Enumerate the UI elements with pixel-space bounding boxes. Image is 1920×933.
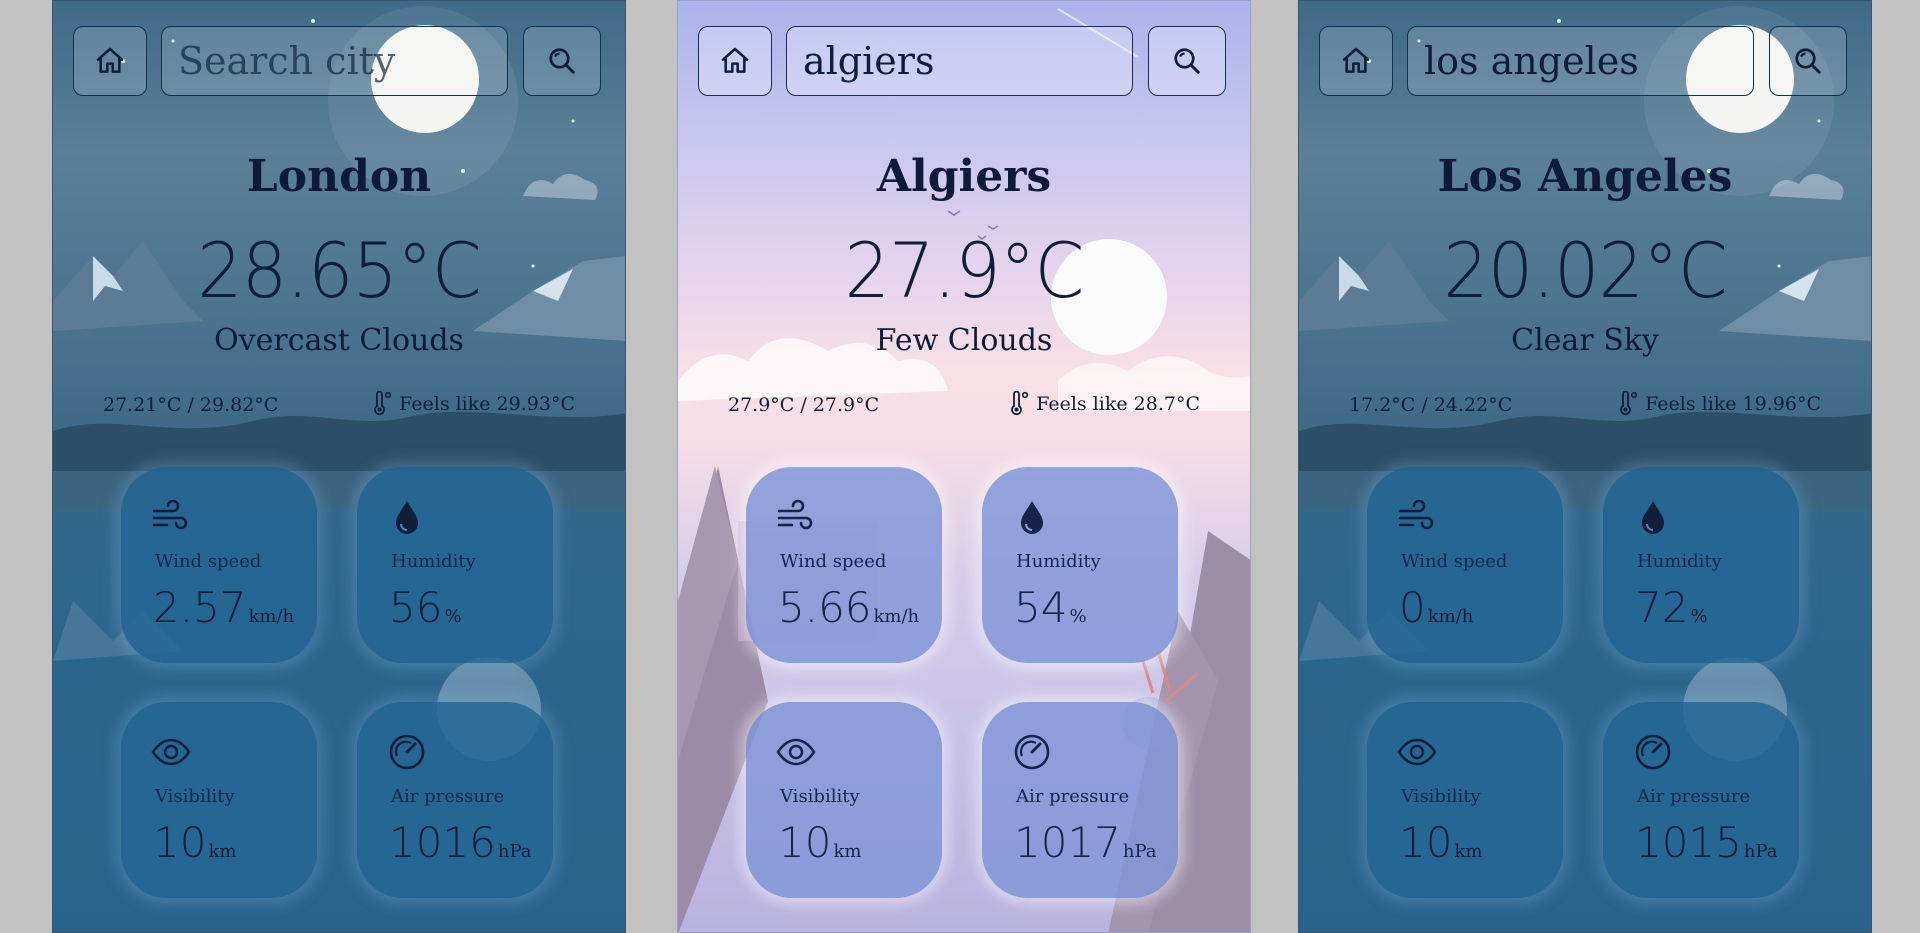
air-pressure-card: Air pressure 1016 hPa — [357, 702, 553, 898]
search-city-input[interactable] — [786, 26, 1133, 96]
visibility-label: Visibility — [1401, 786, 1481, 807]
thermometer-icon — [374, 391, 392, 416]
air-pressure-card: Air pressure 1017 hPa — [982, 702, 1178, 898]
humidity-label: Humidity — [391, 551, 476, 572]
feels-like: Feels like 29.93°C — [371, 391, 575, 417]
air-pressure-label: Air pressure — [1637, 786, 1751, 807]
weather-condition: Few Clouds — [875, 323, 1053, 358]
weather-panel-london: London 28.65°C Overcast Clouds 27.21°C /… — [52, 0, 626, 933]
water-drop-icon — [1642, 501, 1664, 534]
humidity-value: 72% — [1635, 583, 1708, 632]
weather-condition: Clear Sky — [1511, 323, 1659, 358]
feels-like: Feels like 19.96°C — [1617, 391, 1821, 417]
feels-like-text: Feels like 28.7°C — [1036, 393, 1200, 415]
air-pressure-value: 1015 hPa — [1635, 818, 1778, 867]
visibility-card: Visibility 10 km — [121, 702, 317, 898]
gauge-icon — [1635, 734, 1671, 770]
wind-speed-value: 5.66 km/h — [778, 583, 920, 632]
eye-icon — [151, 738, 191, 766]
air-pressure-card: Air pressure 1015 hPa — [1603, 702, 1799, 898]
visibility-value: 10 km — [1399, 818, 1483, 867]
visibility-value: 10 km — [778, 818, 862, 867]
humidity-value: 56% — [389, 583, 462, 632]
wind-icon — [1398, 499, 1434, 530]
wind-speed-label: Wind speed — [1401, 551, 1508, 572]
home-button[interactable] — [1319, 26, 1393, 96]
air-pressure-value: 1017 hPa — [1014, 818, 1157, 867]
humidity-card: Humidity 56% — [357, 467, 553, 663]
weather-panel-los-angeles: Los Angeles 20.02°C Clear Sky 17.2°C / 2… — [1298, 0, 1872, 933]
min-max-temperature: 17.2°C / 24.22°C — [1349, 394, 1513, 416]
wind-speed-label: Wind speed — [155, 551, 262, 572]
search-button[interactable] — [523, 26, 601, 96]
search-city-input[interactable] — [1407, 26, 1754, 96]
humidity-card: Humidity 72% — [1603, 467, 1799, 663]
air-pressure-value: 1016 hPa — [389, 818, 532, 867]
city-name: Los Angeles — [1437, 151, 1733, 202]
search-city-input[interactable] — [161, 26, 508, 96]
home-button[interactable] — [73, 26, 147, 96]
water-drop-icon — [396, 501, 418, 534]
home-icon — [721, 47, 749, 73]
min-max-temperature: 27.9°C / 27.9°C — [728, 394, 880, 416]
feels-like-text: Feels like 29.93°C — [399, 393, 575, 415]
wind-speed-card: Wind speed 5.66 km/h — [746, 467, 942, 663]
eye-icon — [776, 738, 816, 766]
city-name: London — [246, 151, 432, 202]
thermometer-icon — [1620, 391, 1638, 416]
wind-icon — [152, 499, 188, 530]
wind-speed-card: Wind speed 2.57 km/h — [121, 467, 317, 663]
search-icon — [549, 48, 575, 74]
visibility-card: Visibility 10 km — [746, 702, 942, 898]
temperature-value: 27.9°C — [844, 226, 1084, 315]
thermometer-icon — [1011, 391, 1029, 416]
eye-icon — [1397, 738, 1437, 766]
gauge-icon — [389, 734, 425, 770]
feels-like: Feels like 28.7°C — [1008, 391, 1200, 417]
home-icon — [96, 47, 124, 73]
visibility-label: Visibility — [780, 786, 860, 807]
search-button[interactable] — [1769, 26, 1847, 96]
weather-panel-algiers: Algiers 27.9°C Few Clouds 27.9°C / 27.9°… — [677, 0, 1251, 933]
search-icon — [1174, 48, 1200, 74]
home-button[interactable] — [698, 26, 772, 96]
visibility-card: Visibility 10 km — [1367, 702, 1563, 898]
search-button[interactable] — [1148, 26, 1226, 96]
visibility-label: Visibility — [155, 786, 235, 807]
humidity-label: Humidity — [1637, 551, 1722, 572]
air-pressure-label: Air pressure — [391, 786, 505, 807]
weather-condition: Overcast Clouds — [214, 323, 464, 358]
wind-speed-label: Wind speed — [780, 551, 887, 572]
city-name: Algiers — [876, 151, 1052, 202]
temperature-value: 20.02°C — [1443, 226, 1727, 315]
search-icon — [1795, 48, 1821, 74]
wind-speed-value: 0 km/h — [1399, 583, 1474, 632]
humidity-card: Humidity 54% — [982, 467, 1178, 663]
min-max-temperature: 27.21°C / 29.82°C — [103, 394, 279, 416]
wind-speed-card: Wind speed 0 km/h — [1367, 467, 1563, 663]
air-pressure-label: Air pressure — [1016, 786, 1130, 807]
wind-speed-value: 2.57 km/h — [153, 583, 295, 632]
feels-like-text: Feels like 19.96°C — [1645, 393, 1821, 415]
humidity-value: 54% — [1014, 583, 1087, 632]
temperature-value: 28.65°C — [197, 226, 481, 315]
home-icon — [1342, 47, 1370, 73]
visibility-value: 10 km — [153, 818, 237, 867]
humidity-label: Humidity — [1016, 551, 1101, 572]
gauge-icon — [1014, 734, 1050, 770]
water-drop-icon — [1021, 501, 1043, 534]
wind-icon — [777, 499, 813, 530]
